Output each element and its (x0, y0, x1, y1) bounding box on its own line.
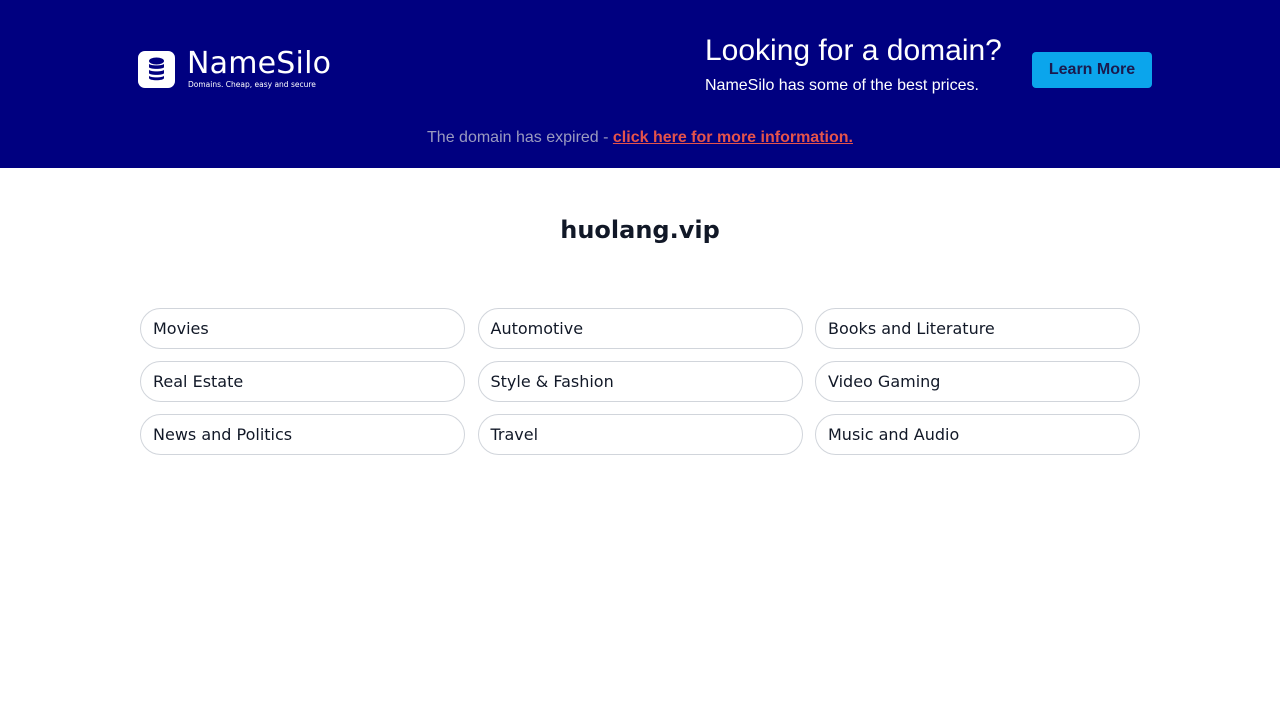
database-icon (149, 57, 164, 81)
learn-more-button[interactable]: Learn More (1032, 52, 1152, 88)
category-link[interactable]: Video Gaming (815, 361, 1140, 402)
promo-title: Looking for a domain? (705, 34, 1002, 67)
category-link[interactable]: Real Estate (140, 361, 465, 402)
domain-name-heading: huolang.vip (560, 216, 720, 244)
category-link[interactable]: Travel (477, 414, 803, 455)
expired-notice: The domain has expired - click here for … (0, 129, 1280, 147)
category-link[interactable]: Music and Audio (815, 414, 1140, 455)
logo-badge (138, 51, 175, 88)
category-grid: Movies Automotive Books and Literature R… (140, 308, 1140, 455)
logo-wordmark: NameSilo (187, 46, 332, 81)
promo-subtitle: NameSilo has some of the best prices. (705, 77, 979, 94)
category-link[interactable]: Automotive (477, 308, 803, 349)
category-link[interactable]: Books and Literature (815, 308, 1140, 349)
expired-notice-text: The domain has expired - (427, 129, 613, 146)
category-link[interactable]: Movies (140, 308, 465, 349)
category-link[interactable]: News and Politics (140, 414, 465, 455)
header-banner: NameSilo Domains. Cheap, easy and secure… (0, 0, 1280, 168)
more-info-link[interactable]: click here for more information. (613, 129, 853, 146)
logo-tagline: Domains. Cheap, easy and secure (188, 80, 316, 89)
namesilo-logo[interactable]: NameSilo Domains. Cheap, easy and secure (138, 46, 348, 90)
category-link[interactable]: Style & Fashion (477, 361, 803, 402)
